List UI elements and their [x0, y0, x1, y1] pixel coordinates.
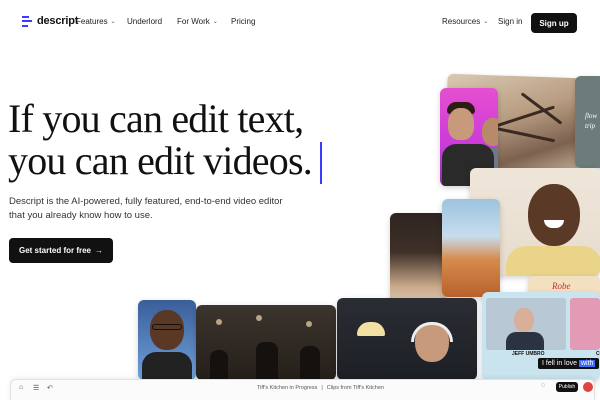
text-video-thumbnail: flow trip [575, 76, 600, 168]
brand-name: descript [37, 15, 79, 27]
chat-icon[interactable]: ◌ [541, 382, 545, 389]
publish-button[interactable]: Publish [556, 382, 578, 392]
nav-item-underlord[interactable]: Underlord [127, 17, 162, 26]
nav-item-label: Resources [442, 17, 481, 26]
subtitle-caption: I fell in love with [538, 358, 600, 369]
man-glasses-thumbnail [138, 300, 196, 380]
headphones-video-thumbnail [337, 298, 477, 380]
text-cursor [320, 142, 322, 184]
breadcrumb: Tiff's Kitchen in Progress | Clips from … [257, 385, 384, 391]
get-started-button[interactable]: Get started for free → [9, 238, 113, 263]
nav-item-pricing[interactable]: Pricing [231, 17, 255, 26]
top-nav: descript Features ⌄ Underlord For Work ⌄… [0, 0, 600, 46]
chevron-down-icon: ⌄ [483, 19, 489, 25]
subtitle-highlight: with [578, 360, 596, 367]
thumbnail-text: flow [585, 112, 598, 120]
chevron-down-icon: ⌄ [110, 19, 116, 25]
subtitle-text: I fell in love [542, 360, 579, 367]
sign-in-link[interactable]: Sign in [498, 17, 522, 26]
nav-item-resources[interactable]: Resources ⌄ [442, 17, 488, 26]
editor-preview-toolbar: ⌂ ☰ ↶ Tiff's Kitchen in Progress | Clips… [10, 379, 595, 400]
nav-item-features[interactable]: Features ⌄ [76, 17, 116, 26]
home-icon[interactable]: ⌂ [19, 384, 23, 391]
video-call-thumbnail: JEFF UMBRO CO I fell in love with [482, 292, 600, 380]
avatar[interactable] [583, 382, 593, 392]
caption-name: JEFF UMBRO [512, 351, 545, 357]
breadcrumb-project[interactable]: Tiff's Kitchen in Progress [257, 385, 317, 391]
breadcrumb-clips[interactable]: Clips from Tiff's Kitchen [327, 385, 384, 391]
descript-logo-icon [22, 15, 32, 27]
nav-item-for-work[interactable]: For Work ⌄ [177, 17, 218, 26]
headline-line-2: you can edit videos. [8, 138, 313, 183]
arrow-right-icon: → [95, 246, 104, 255]
menu-icon[interactable]: ☰ [33, 384, 39, 392]
nav-item-label: For Work [177, 17, 210, 26]
food-video-thumbnail [390, 213, 446, 311]
desert-video-thumbnail [442, 199, 500, 297]
hero-headline: If you can edit text, you can edit video… [8, 96, 313, 183]
sign-up-button[interactable]: Sign up [531, 13, 577, 33]
nav-item-label: Underlord [127, 17, 163, 26]
chevron-down-icon: ⌄ [212, 19, 218, 25]
caption-name: CO [596, 351, 600, 357]
robe-title-text: Robe [552, 281, 571, 291]
headline-line-1: If you can edit text, [8, 96, 304, 141]
undo-icon[interactable]: ↶ [47, 384, 53, 392]
cta-label: Get started for free [18, 246, 92, 255]
band-video-thumbnail [196, 305, 336, 380]
sign-in-label: Sign in [498, 17, 523, 26]
nav-item-label: Features [76, 17, 108, 26]
nav-item-label: Pricing [231, 17, 256, 26]
thumbnail-text: trip [585, 122, 596, 130]
breadcrumb-separator: | [321, 385, 323, 391]
hero-subtext: Descript is the AI-powered, fully featur… [9, 196, 283, 221]
descript-logo[interactable]: descript [22, 15, 78, 27]
